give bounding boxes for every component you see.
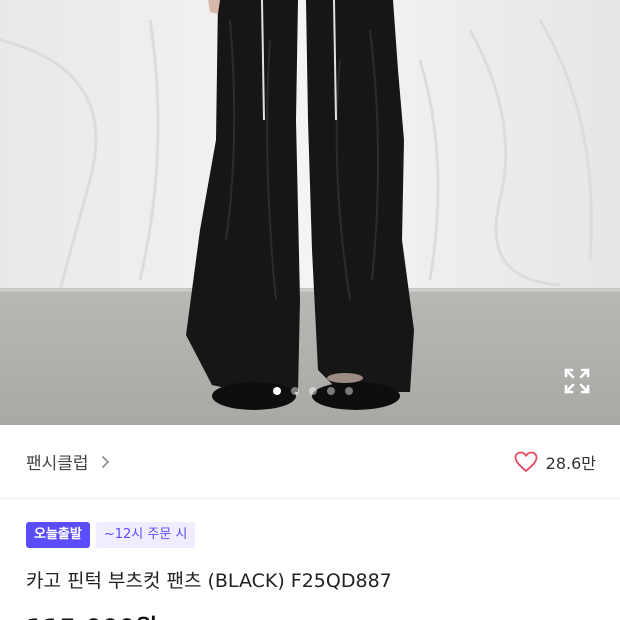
product-price: 115,000원: [26, 608, 157, 620]
heart-icon: [514, 451, 538, 472]
expand-icon[interactable]: [562, 366, 592, 396]
product-photo-graphic: [0, 0, 620, 425]
gallery-dot[interactable]: [291, 387, 299, 395]
like-count: 28.6만: [545, 453, 596, 473]
product-title: 카고 핀턱 부츠컷 팬츠 (BLACK) F25QD887: [26, 570, 392, 592]
gallery-dot[interactable]: [345, 387, 353, 395]
gallery-dot[interactable]: [309, 387, 317, 395]
chevron-right-icon: [101, 455, 109, 468]
like-button[interactable]: 28.6만: [514, 450, 596, 474]
same-day-badge: 오늘출발: [26, 522, 90, 548]
brand-name: 팬시클럽: [26, 454, 89, 474]
gallery-pagination[interactable]: [0, 384, 620, 398]
brand-row: 팬시클럽 28.6만: [0, 425, 620, 499]
delivery-badges: 오늘출발 ~12시 주문 시: [26, 522, 196, 548]
order-cutoff-badge: ~12시 주문 시: [95, 522, 196, 548]
product-image[interactable]: [0, 0, 620, 425]
brand-link[interactable]: 팬시클럽: [26, 449, 111, 474]
gallery-dot[interactable]: [327, 387, 335, 395]
gallery-dot[interactable]: [273, 387, 281, 395]
